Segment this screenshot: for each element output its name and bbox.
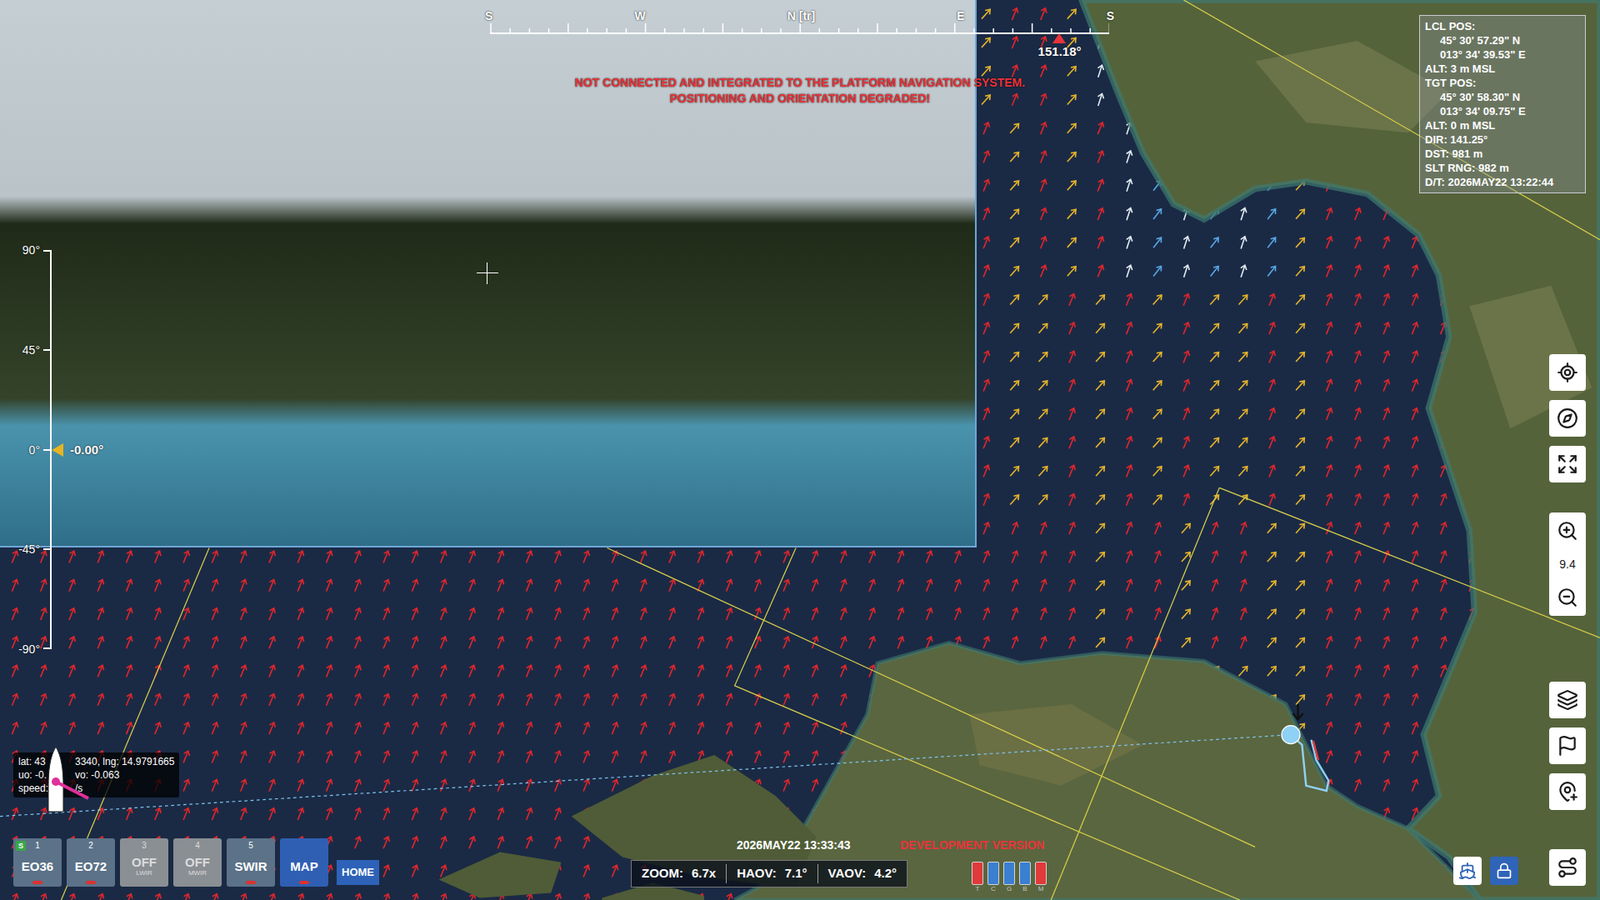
elevation-label: 90°: [22, 241, 40, 259]
system-indicators: TCGBM: [971, 861, 1047, 893]
compass-label: S: [485, 8, 493, 24]
bottom-right-tools: [1453, 856, 1519, 885]
layers-icon: [1556, 689, 1579, 711]
system-indicator: C: [987, 861, 1000, 893]
zoom-in-button[interactable]: [1556, 512, 1579, 550]
info-line: DIR: 141.25°: [1425, 132, 1580, 147]
locate-button[interactable]: [1549, 354, 1586, 391]
position-info-panel: LCL POS:45° 30' 57.29" N013° 34' 39.53" …: [1419, 15, 1586, 194]
clock: 2026MAY22 13:33:43: [736, 837, 850, 853]
heading-marker: 151.18°: [1038, 33, 1082, 60]
elevation-scale: 90°45°0°-45°-90°-0.00°: [8, 250, 134, 650]
position-marker-icon[interactable]: [1281, 725, 1300, 745]
recording-indicator: [32, 880, 43, 885]
sensor-tab[interactable]: 3OFFLWIR: [120, 838, 169, 887]
route-icon: [1556, 856, 1579, 879]
lock-icon: [1495, 862, 1513, 880]
zoom-in-icon: [1556, 520, 1579, 542]
recording-indicator: [192, 880, 203, 885]
build-label: DEVELOPMENT VERSION: [900, 837, 1045, 853]
elevation-marker: -0.00°: [51, 441, 104, 459]
compass-button[interactable]: [1549, 400, 1586, 437]
zoom-control: 9.4: [1549, 512, 1586, 616]
info-line: LCL POS:: [1425, 19, 1580, 34]
compass-scale: [490, 23, 1110, 35]
compass-label: E: [956, 8, 965, 24]
sensor-tabs: S1EO362EO723OFFLWIR4OFFMWIR5SWIRMAP HOME: [13, 838, 380, 887]
sensor-tab[interactable]: 5SWIR: [226, 838, 275, 887]
recording-indicator: [245, 880, 256, 885]
sensor-tab[interactable]: MAP: [280, 838, 329, 887]
layer-tools: [1549, 681, 1586, 810]
fullscreen-button[interactable]: [1549, 445, 1586, 483]
recording-indicator: [85, 880, 96, 885]
system-indicator: T: [971, 861, 984, 893]
zoom-out-icon: [1556, 586, 1579, 609]
status-item: VAOV:4.2°: [817, 864, 907, 884]
system-indicator: M: [1035, 861, 1047, 893]
expand-icon: [1556, 453, 1579, 475]
locate-icon: [1556, 361, 1579, 384]
map-pin-plus-icon: [1556, 780, 1579, 803]
elevation-label: -90°: [18, 640, 40, 658]
heading-compass: SWN [tr]ES151.18°: [490, 8, 1110, 35]
info-line: 013° 34' 39.53" E: [1425, 47, 1580, 62]
info-line: ALT: 3 m MSL: [1425, 61, 1580, 76]
route-button[interactable]: [1549, 849, 1586, 886]
status-item: HAOV:7.1°: [725, 864, 817, 884]
info-line: 45° 30' 57.29" N: [1425, 33, 1580, 48]
layers-button[interactable]: [1549, 681, 1586, 719]
camera-status-bar: ZOOM:6.7xHAOV:7.1°VAOV:4.2°: [630, 860, 908, 888]
info-line: ALT: 0 m MSL: [1425, 118, 1580, 133]
zoom-out-button[interactable]: [1556, 579, 1579, 616]
sensor-tab[interactable]: 4OFFMWIR: [173, 838, 222, 887]
system-indicator: B: [1019, 861, 1031, 893]
compass-label: S: [1106, 8, 1115, 24]
flag-button[interactable]: [1549, 727, 1586, 765]
navigation-warning: NOT CONNECTED AND INTEGRATED TO THE PLAT…: [500, 75, 1100, 107]
recording-indicator: [139, 880, 150, 885]
info-line: TGT POS:: [1425, 75, 1580, 90]
zoom-level: 9.4: [1559, 549, 1575, 580]
info-line: SLT RNG: 982 m: [1425, 160, 1580, 175]
vessel-icon[interactable]: [46, 745, 97, 817]
sensor-tab[interactable]: S1EO36: [13, 838, 62, 887]
elevation-label: 0°: [29, 441, 40, 459]
heading-triangle-icon: [1053, 33, 1067, 44]
flag-icon: [1556, 735, 1579, 757]
stream-badge: S: [15, 840, 26, 851]
status-item: ZOOM:6.7x: [631, 864, 726, 884]
compass-label: N [tr]: [787, 8, 815, 24]
app: S W N [tr] E S 151.18° NOT CONNECTED AND INTEG…: [0, 0, 1600, 900]
info-line: D/T: 2026MAY22 13:22:44: [1425, 175, 1580, 190]
elevation-label: -45°: [18, 540, 40, 558]
compass-icon: [1556, 407, 1579, 430]
ship-icon: [1458, 861, 1477, 880]
recording-indicator: [299, 880, 310, 885]
info-line: 45° 30' 58.30" N: [1425, 90, 1580, 105]
lock-button[interactable]: [1490, 856, 1519, 885]
info-line: DST: 981 m: [1425, 146, 1580, 161]
view-tools: [1549, 354, 1586, 483]
sensor-tab[interactable]: 2EO72: [66, 838, 115, 887]
home-button[interactable]: HOME: [336, 860, 380, 885]
system-indicator: G: [1003, 861, 1015, 893]
elevation-label: 45°: [22, 341, 40, 359]
add-pin-button[interactable]: [1549, 773, 1586, 810]
elevation-triangle-icon: [51, 443, 64, 457]
info-line: 013° 34' 09.75" E: [1425, 104, 1580, 119]
crosshair: [476, 262, 499, 285]
compass-label: W: [634, 8, 645, 24]
vessel-button[interactable]: [1453, 856, 1482, 885]
